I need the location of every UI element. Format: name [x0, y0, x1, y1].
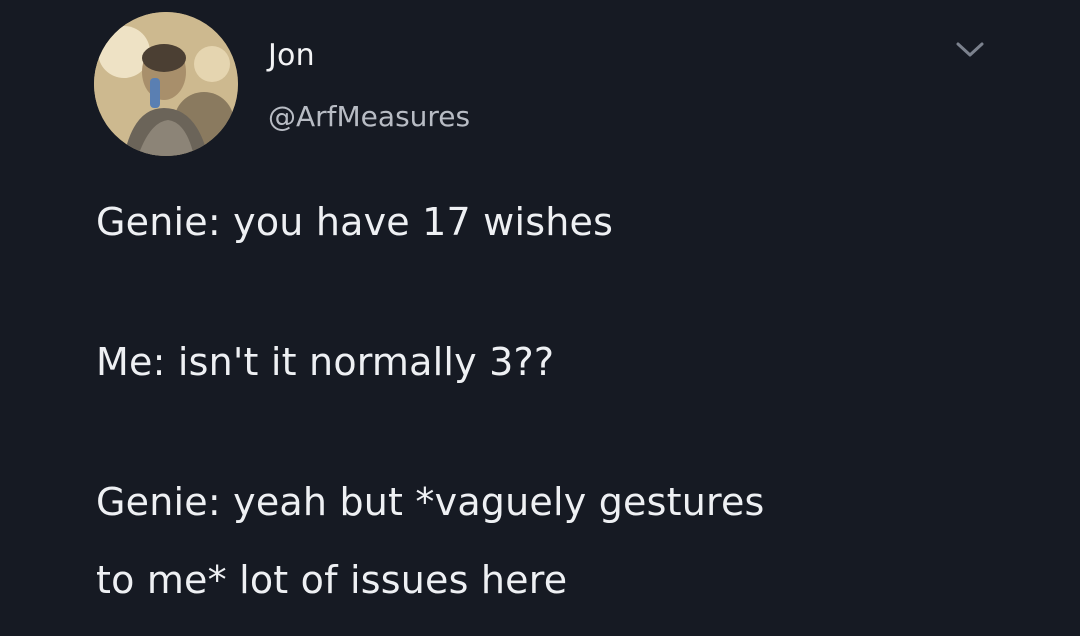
tweet-text-line-2: Me: isn't it normally 3?? [96, 340, 555, 384]
tweet-text-line-3: Genie: yeah but *vaguely gestures [96, 480, 765, 524]
author-name[interactable]: Jon [268, 38, 315, 73]
author-handle[interactable]: @ArfMeasures [268, 100, 470, 133]
profile-photo-icon [94, 12, 238, 156]
tweet-card: Jon @ArfMeasures Genie: you have 17 wish… [0, 0, 1080, 636]
tweet-text-line-1: Genie: you have 17 wishes [96, 200, 614, 244]
avatar[interactable] [94, 12, 238, 156]
tweet-text-line-4: to me* lot of issues here [96, 558, 568, 602]
chevron-down-icon[interactable] [950, 34, 990, 64]
